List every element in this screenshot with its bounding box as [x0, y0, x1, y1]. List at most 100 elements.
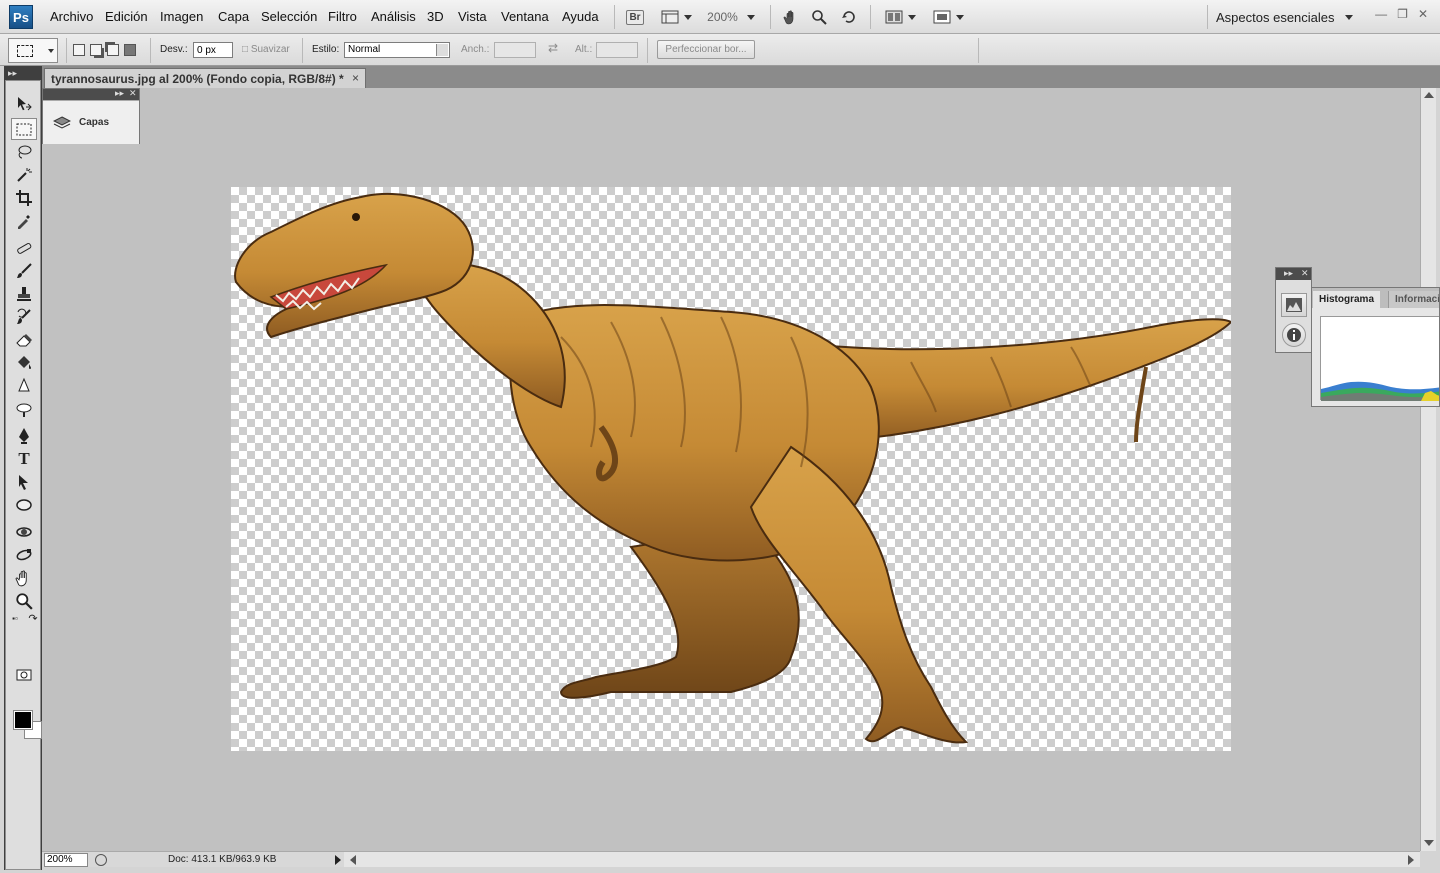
menu-capa[interactable]: Capa	[218, 9, 249, 24]
status-bar: 200% Doc: 413.1 KB/963.9 KB	[42, 851, 344, 867]
zoom-tool[interactable]	[11, 590, 37, 612]
new-selection-icon[interactable]	[73, 44, 85, 56]
swap-colors-icon: ↷	[28, 612, 38, 625]
antialias-checkbox[interactable]: □ Suavizar	[242, 44, 290, 55]
scroll-up-icon[interactable]	[1424, 92, 1434, 98]
history-brush-icon	[17, 308, 31, 324]
magic-wand-tool[interactable]	[11, 164, 37, 186]
dodge-icon	[16, 403, 32, 417]
blur-tool[interactable]	[11, 375, 37, 397]
width-input[interactable]	[494, 42, 536, 58]
magic-wand-icon	[17, 168, 32, 182]
menu-archivo[interactable]: Archivo	[50, 9, 93, 24]
document-canvas[interactable]	[231, 187, 1231, 751]
swap-colors-button[interactable]: ↷	[26, 612, 40, 625]
restore-icon[interactable]: ❐	[1397, 7, 1408, 21]
status-info-icon[interactable]	[95, 854, 107, 866]
subtract-selection-icon[interactable]	[107, 44, 119, 56]
eraser-tool[interactable]	[11, 329, 37, 351]
scroll-down-icon[interactable]	[1424, 840, 1434, 846]
photoshop-logo[interactable]: Ps	[9, 5, 33, 29]
tab-info[interactable]: Informaci	[1388, 291, 1439, 308]
hand-icon	[783, 10, 794, 25]
paint-bucket-icon	[18, 356, 31, 369]
zoom-field[interactable]: 200%	[44, 853, 88, 867]
menu-vista[interactable]: Vista	[458, 9, 487, 24]
histogram-panel: Histograma Informaci	[1311, 287, 1440, 407]
3d-orbit-tool[interactable]	[11, 544, 37, 566]
ellipse-shape-tool[interactable]	[11, 494, 37, 516]
crop-tool[interactable]	[11, 187, 37, 209]
zoom-tool-button[interactable]	[808, 6, 830, 28]
antialias-label: Suavizar	[250, 44, 290, 55]
document-tab[interactable]: tyrannosaurus.jpg al 200% (Fondo copia, …	[44, 68, 366, 88]
rotate-view-button[interactable]	[838, 6, 860, 28]
height-input[interactable]	[596, 42, 638, 58]
brush-tool[interactable]	[11, 260, 37, 282]
magnifier-icon	[812, 10, 827, 25]
style-select[interactable]: Normal	[344, 42, 450, 58]
pen-tool[interactable]	[11, 425, 37, 447]
lasso-tool[interactable]	[11, 141, 37, 163]
info-panel-button[interactable]	[1282, 323, 1306, 347]
menu-filtro[interactable]: Filtro	[328, 9, 357, 24]
path-selection-icon	[19, 475, 28, 490]
healing-brush-tool[interactable]	[11, 237, 37, 259]
status-menu-arrow-icon[interactable]	[335, 855, 341, 865]
default-colors-button[interactable]: ▪▫	[8, 612, 22, 624]
history-brush-tool[interactable]	[11, 306, 37, 328]
menu-3d[interactable]: 3D	[427, 9, 444, 24]
layers-panel-button[interactable]: Capas	[43, 100, 139, 144]
scroll-right-icon[interactable]	[1408, 855, 1414, 865]
close-icon[interactable]: ✕	[129, 88, 137, 99]
menu-edicion[interactable]: Edición	[105, 9, 148, 24]
menu-ventana[interactable]: Ventana	[501, 9, 549, 24]
dodge-tool[interactable]	[11, 398, 37, 420]
view-extras-button[interactable]	[658, 6, 694, 28]
move-tool[interactable]	[11, 93, 37, 115]
menu-ayuda[interactable]: Ayuda	[562, 9, 599, 24]
vertical-scrollbar[interactable]	[1420, 88, 1436, 851]
add-selection-icon[interactable]	[90, 44, 102, 56]
tool-preset-picker[interactable]	[8, 38, 58, 63]
swap-dimensions-icon[interactable]: ⇄	[548, 41, 558, 55]
scroll-left-icon[interactable]	[350, 855, 356, 865]
menu-analisis[interactable]: Análisis	[371, 9, 416, 24]
document-title: tyrannosaurus.jpg al 200% (Fondo copia, …	[51, 72, 344, 86]
workspace-switcher[interactable]: Aspectos esenciales	[1216, 6, 1366, 28]
menu-seleccion[interactable]: Selección	[261, 9, 317, 24]
minimize-icon[interactable]: —	[1375, 7, 1387, 21]
crop-icon	[16, 190, 32, 206]
eyedropper-tool[interactable]	[11, 210, 37, 232]
clone-stamp-tool[interactable]	[11, 283, 37, 305]
view-extras-icon	[661, 10, 678, 24]
arrange-documents-button[interactable]	[880, 6, 920, 28]
zoom-level-dropdown[interactable]: 200%	[704, 6, 758, 28]
rect-marquee-tool[interactable]	[11, 118, 37, 140]
histogram-icon	[1286, 298, 1302, 312]
histogram-panel-button[interactable]	[1281, 293, 1307, 317]
info-icon	[1287, 328, 1301, 342]
feather-input[interactable]	[193, 42, 233, 58]
expand-panel-icon[interactable]: ▸▸	[115, 88, 124, 99]
path-selection-tool[interactable]	[11, 471, 37, 493]
refine-edge-button[interactable]: Perfeccionar bor...	[657, 40, 755, 59]
close-icon[interactable]: ✕	[1418, 7, 1428, 21]
paint-bucket-tool[interactable]	[11, 352, 37, 374]
foreground-color-swatch[interactable]	[13, 710, 33, 730]
hand-tool[interactable]	[11, 567, 37, 589]
menu-imagen[interactable]: Imagen	[160, 9, 203, 24]
close-icon[interactable]: ×	[352, 71, 359, 85]
3d-rotate-tool[interactable]	[11, 521, 37, 543]
type-tool[interactable]: T	[11, 448, 37, 470]
hand-tool-button[interactable]	[780, 6, 802, 28]
screen-mode-button[interactable]	[928, 6, 968, 28]
bridge-button[interactable]: Br	[624, 6, 646, 28]
expand-panel-icon[interactable]: ▸▸	[1284, 268, 1293, 279]
horizontal-scrollbar[interactable]	[344, 851, 1420, 867]
intersect-selection-icon[interactable]	[124, 44, 136, 56]
quick-mask-button[interactable]	[11, 664, 37, 686]
tab-histogram[interactable]: Histograma	[1313, 291, 1381, 308]
collapse-toolbar-icon[interactable]: ▸▸	[4, 66, 42, 80]
close-icon[interactable]: ✕	[1301, 268, 1309, 279]
